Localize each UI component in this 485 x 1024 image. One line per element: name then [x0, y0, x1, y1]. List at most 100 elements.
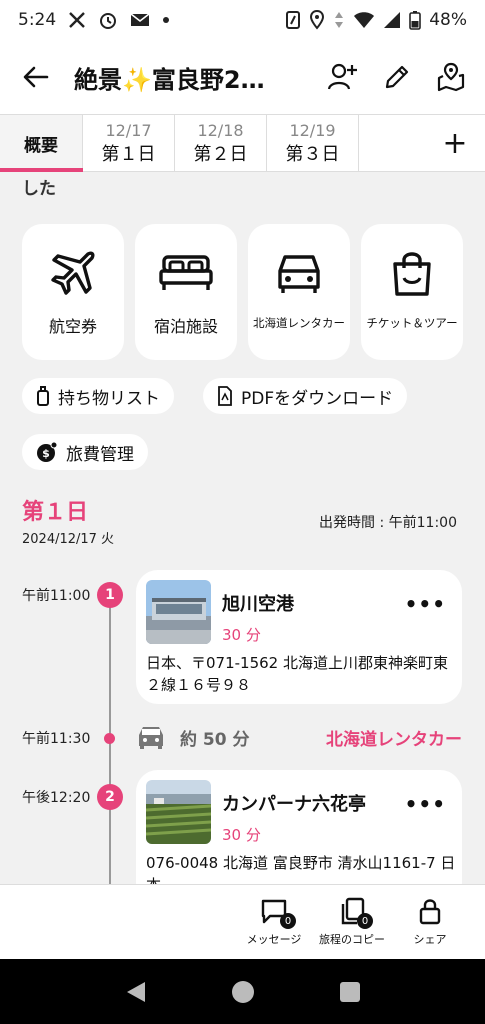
more-options-button[interactable]: ••• — [405, 592, 446, 616]
transit-time: 午前11:30 — [22, 731, 91, 747]
stop-duration: 30 分 — [222, 826, 261, 844]
edit-button[interactable] — [379, 59, 415, 95]
tab-day-1[interactable]: 12/17 第１日 — [83, 115, 175, 171]
bottom-action-bar: 0 メッセージ 0 旅程のコピー シェア — [0, 884, 485, 959]
status-bar: 5:24 48% — [0, 0, 485, 40]
pdf-download-button[interactable]: PDFをダウンロード — [203, 378, 408, 414]
message-button[interactable]: 0 メッセージ — [235, 885, 313, 959]
tab-overview[interactable]: 概要 — [0, 115, 83, 172]
tab-day-label: 第３日 — [285, 143, 340, 165]
pdf-file-icon — [218, 386, 232, 406]
add-member-button[interactable] — [325, 59, 361, 95]
copy-label: 旅程のコピー — [319, 933, 385, 946]
stop-name: 旭川空港 — [222, 594, 294, 615]
share-button[interactable]: シェア — [391, 885, 469, 959]
category-rental-car[interactable]: 北海道レンタカー — [248, 224, 350, 360]
data-arrows-icon — [333, 10, 345, 30]
stop-duration: 30 分 — [222, 626, 261, 644]
stop-number-badge: 2 — [97, 784, 123, 810]
tab-date: 12/18 — [197, 120, 244, 140]
category-label: 航空券 — [48, 317, 97, 336]
category-hotels[interactable]: 宿泊施設 — [135, 224, 237, 360]
copy-count-badge: 0 — [357, 913, 373, 929]
money-icon: $ — [37, 441, 58, 462]
svg-text:$: $ — [42, 447, 50, 460]
battery-icon — [409, 10, 422, 30]
transit-dot — [104, 733, 115, 744]
notification-dot-icon — [162, 16, 170, 24]
tab-day-label: 第２日 — [193, 143, 248, 165]
lock-icon — [419, 899, 441, 925]
add-person-icon — [327, 63, 357, 90]
tab-date: 12/19 — [289, 120, 336, 140]
vineyard-photo — [146, 780, 211, 844]
more-options-button[interactable]: ••• — [405, 792, 446, 816]
x-app-icon — [68, 11, 86, 29]
shopping-bag-icon — [390, 248, 434, 298]
nfc-icon — [285, 10, 301, 30]
stop-card-asahikawa-airport[interactable]: 旭川空港 30 分 ••• 日本、〒071-1562 北海道上川郡東神楽町東２線… — [136, 570, 462, 704]
luggage-icon — [37, 386, 49, 406]
car-icon — [274, 248, 324, 298]
stop-card-campana-rokkatei[interactable]: カンパーナ六花亭 30 分 ••• 076-0048 北海道 富良野市 清水山1… — [136, 770, 462, 884]
category-label: 北海道レンタカー — [253, 316, 345, 330]
nav-home-icon[interactable] — [231, 980, 255, 1004]
stop-number-badge: 1 — [97, 582, 123, 608]
location-icon — [309, 10, 325, 30]
budget-button[interactable]: $ 旅費管理 — [22, 434, 148, 470]
app-bar: 絶景✨富良野2… — [0, 40, 485, 114]
plus-icon: + — [442, 125, 468, 161]
stop-time: 午後12:20 — [22, 790, 91, 806]
arrow-left-icon — [23, 66, 49, 88]
day-title: 第１日 — [22, 500, 89, 525]
battery-percent: 48% — [429, 10, 467, 30]
map-button[interactable] — [433, 59, 469, 95]
tab-day-3[interactable]: 12/19 第３日 — [267, 115, 359, 171]
message-label: メッセージ — [246, 933, 302, 946]
pencil-icon — [385, 65, 409, 89]
stop-name: カンパーナ六花亭 — [222, 794, 366, 815]
share-label: シェア — [413, 933, 447, 946]
stop-time: 午前11:00 — [22, 588, 91, 604]
packing-list-label: 持ち物リスト — [58, 388, 160, 409]
category-label: 宿泊施設 — [153, 317, 218, 336]
transit-segment[interactable]: 約 50 分 北海道レンタカー — [136, 722, 462, 752]
car-icon — [139, 727, 163, 749]
itinerary-content[interactable]: した 航空券 宿泊施設 北海道レンタカー チケット＆ツアー 持ち物リスト PDF… — [0, 172, 485, 884]
bed-icon — [158, 248, 214, 298]
intro-text: した — [22, 179, 56, 199]
departure-time[interactable]: 出発時間 : 午前11:00 — [319, 512, 457, 532]
category-flights[interactable]: 航空券 — [22, 224, 124, 360]
day-date: 2024/12/17 火 — [22, 532, 115, 547]
wifi-icon — [353, 11, 375, 29]
category-label: チケット＆ツアー — [366, 316, 458, 330]
alarm-icon — [98, 10, 118, 30]
add-day-button[interactable]: + — [425, 115, 485, 171]
back-button[interactable] — [16, 57, 56, 97]
day-tabs: 概要 12/17 第１日 12/18 第２日 12/19 第３日 + — [0, 114, 485, 172]
transit-duration: 約 50 分 — [180, 729, 250, 750]
nav-back-icon[interactable] — [125, 980, 147, 1004]
clock: 5:24 — [18, 10, 57, 30]
nav-recents-icon[interactable] — [339, 981, 361, 1003]
tab-day-label: 第１日 — [101, 143, 156, 165]
packing-list-button[interactable]: 持ち物リスト — [22, 378, 174, 414]
rental-car-link[interactable]: 北海道レンタカー — [326, 725, 462, 750]
category-tickets-tours[interactable]: チケット＆ツアー — [361, 224, 463, 360]
tab-date: 12/17 — [105, 120, 152, 140]
system-nav-bar — [0, 959, 485, 1024]
pdf-download-label: PDFをダウンロード — [241, 388, 394, 409]
airport-photo — [146, 580, 211, 644]
airplane-icon — [48, 248, 98, 298]
message-count-badge: 0 — [280, 913, 296, 929]
budget-label: 旅費管理 — [66, 444, 134, 465]
page-title: 絶景✨富良野2… — [74, 65, 265, 94]
map-pin-icon — [437, 62, 465, 92]
stop-address: 日本、〒071-1562 北海道上川郡東神楽町東２線１６号９８ — [146, 654, 448, 694]
signal-icon — [383, 11, 401, 29]
copy-itinerary-button[interactable]: 0 旅程のコピー — [313, 885, 391, 959]
tab-overview-label: 概要 — [24, 135, 58, 156]
mail-icon — [130, 12, 150, 28]
stop-address: 076-0048 北海道 富良野市 清水山1161-7 日本 — [146, 854, 456, 884]
tab-day-2[interactable]: 12/18 第２日 — [175, 115, 267, 171]
